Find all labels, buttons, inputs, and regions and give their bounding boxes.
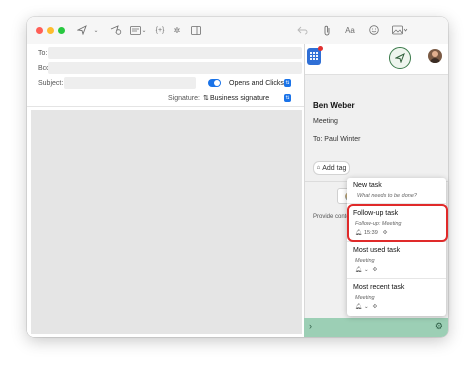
subject-field[interactable] (64, 77, 196, 89)
new-task-input[interactable]: What needs to be done? (357, 193, 417, 199)
emoji-icon[interactable] (368, 23, 380, 37)
sender-name: Ben Weber (313, 101, 355, 110)
variables-icon[interactable]: {+} (153, 23, 167, 37)
signature-select-icon[interactable]: ⇅ (203, 94, 209, 102)
to-row: To: (27, 45, 304, 61)
to-label: To: (38, 49, 48, 57)
follow-up-task-highlight (347, 204, 448, 242)
send-icon (395, 53, 405, 63)
add-tag-button[interactable]: ⌂ Add tag (313, 161, 350, 175)
chevron-down-icon: ⌄ (363, 304, 369, 310)
gear-icon[interactable]: ⚙ (435, 321, 443, 332)
avatar[interactable] (428, 49, 442, 63)
new-task-item[interactable]: New task What needs to be done? (347, 178, 446, 203)
message-body[interactable] (31, 110, 302, 334)
tracking-toggle[interactable] (208, 79, 221, 87)
toolbar: ⌄ ⌄ {+} ✲ Aa (27, 17, 448, 45)
signature-dropdown-icon[interactable]: ⇅ (284, 94, 291, 102)
most-recent-task-subtitle: Meeting (355, 295, 375, 301)
compose-area: To: Bcc: Subject: Opens and Clicks ⇅ Sig… (27, 44, 304, 337)
new-task-title: New task (353, 182, 382, 189)
bell-icon: 🔔︎ (355, 267, 362, 273)
undo-icon[interactable] (296, 23, 308, 37)
divider (27, 106, 304, 107)
recipient-line: To: Paul Winter (313, 136, 361, 143)
close-window-button[interactable] (36, 27, 43, 34)
template-icon[interactable] (129, 23, 141, 37)
signature-label: Signature: (168, 94, 200, 102)
most-recent-task-meta: 🔔︎ ⌄ ✣ (355, 304, 377, 310)
subject-label: Subject: (38, 79, 64, 87)
signature-select[interactable]: Business signature (210, 95, 269, 102)
most-recent-task-item[interactable]: Most recent task Meeting 🔔︎ ⌄ ✣ (347, 279, 446, 316)
photo-icon[interactable] (391, 23, 409, 37)
chevron-down-icon[interactable]: ⌄ (93, 23, 99, 37)
format-text-icon[interactable]: Aa (343, 23, 357, 37)
attachment-icon[interactable] (322, 23, 332, 37)
signature-row: Signature: ⇅ Business signature ⇅ (27, 90, 304, 106)
priority-icon: ✣ (372, 267, 378, 273)
chevron-right-icon[interactable]: › (309, 321, 312, 331)
send-icon[interactable] (76, 23, 88, 37)
schedule-send-icon[interactable] (109, 23, 123, 37)
tracking-label: Opens and Clicks (229, 79, 284, 87)
send-button[interactable] (389, 47, 411, 69)
minimize-window-button[interactable] (47, 27, 54, 34)
sidebar-icon[interactable] (190, 23, 202, 37)
panel-header (305, 44, 448, 75)
apps-grid-icon[interactable] (307, 46, 323, 65)
most-used-task-item[interactable]: Most used task Meeting 🔔︎ ⌄ ✣ (347, 242, 446, 278)
most-recent-task-title: Most recent task (353, 284, 405, 291)
panel-footer: › ⚙ (304, 318, 448, 337)
most-used-task-subtitle: Meeting (355, 258, 375, 264)
provide-context-text: Provide conte (313, 214, 350, 220)
subject-row: Subject: Opens and Clicks ⇅ (27, 75, 304, 91)
chevron-down-icon[interactable]: ⌄ (141, 23, 147, 37)
most-used-task-title: Most used task (353, 247, 401, 254)
most-used-task-meta: 🔔︎ ⌄ ✣ (355, 267, 377, 273)
tag-icon: ⌂ (316, 165, 321, 171)
ai-icon[interactable]: ✲ (173, 23, 181, 37)
add-tag-label: Add tag (322, 164, 347, 172)
priority-icon: ✣ (372, 304, 378, 310)
meeting-label: Meeting (313, 118, 338, 125)
notification-badge (318, 46, 323, 51)
tracking-select-icon[interactable]: ⇅ (284, 79, 291, 87)
to-field[interactable] (48, 47, 302, 59)
chevron-down-icon: ⌄ (363, 267, 369, 273)
zoom-window-button[interactable] (58, 27, 65, 34)
bcc-field[interactable] (48, 62, 302, 74)
bell-icon: 🔔︎ (355, 304, 362, 310)
task-dropdown-menu: New task What needs to be done? Follow-u… (347, 178, 446, 316)
bcc-row: Bcc: (27, 60, 304, 76)
